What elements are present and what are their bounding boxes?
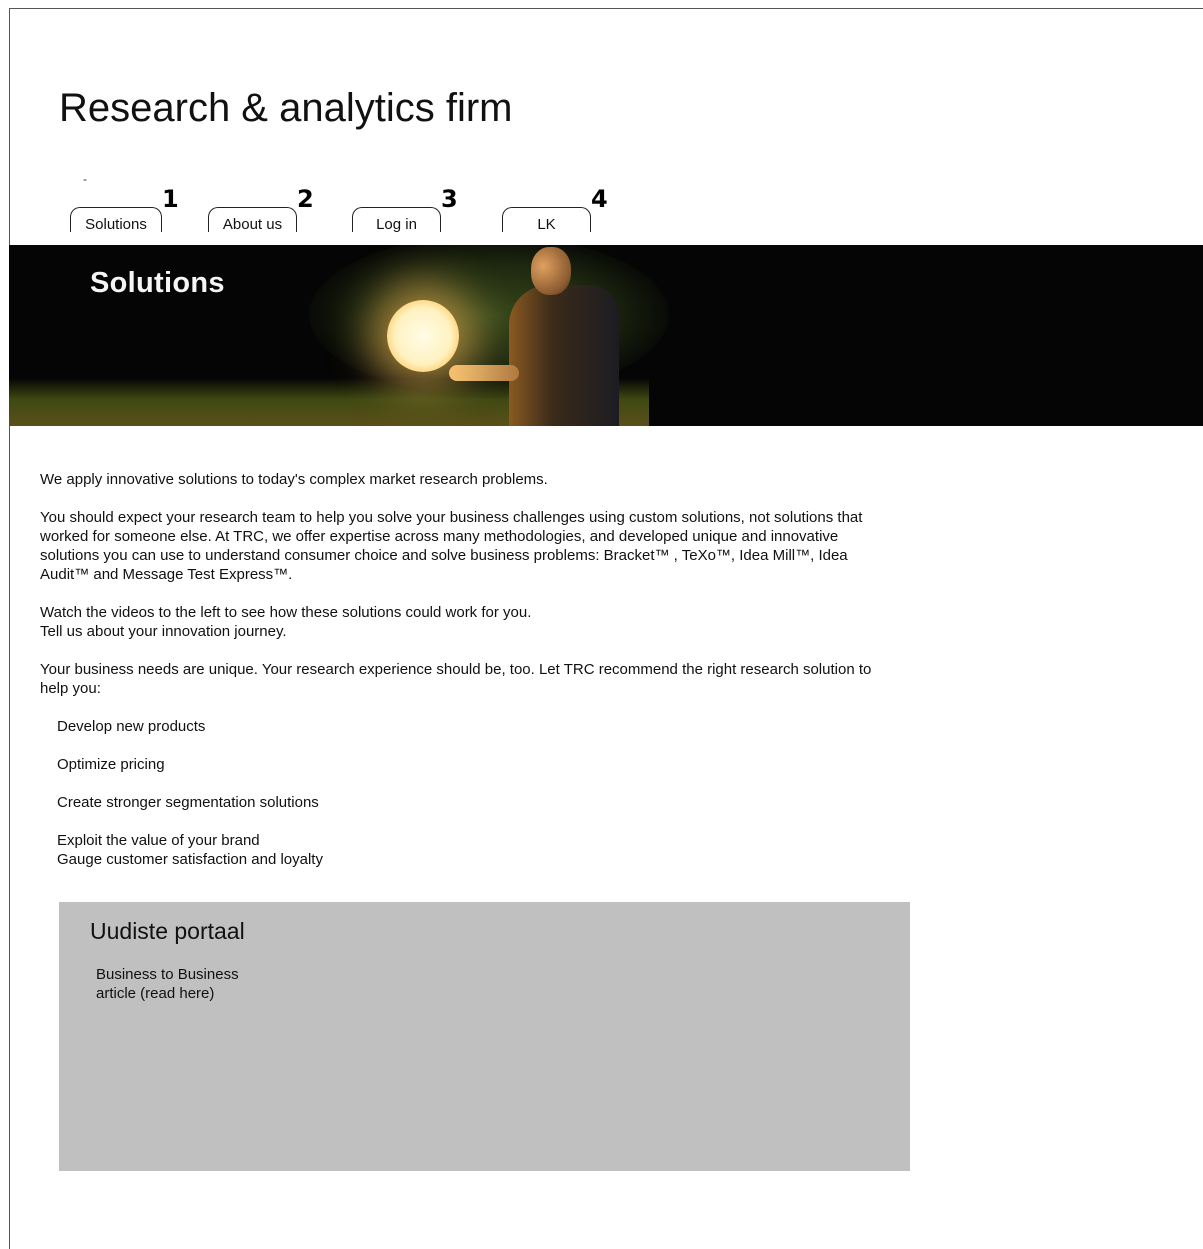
banner-person-arm-image — [449, 365, 519, 381]
list-item: Optimize pricing — [57, 756, 165, 773]
intro-paragraph: We apply innovative solutions to today's… — [40, 471, 548, 488]
journey-line: Tell us about your innovation journey. — [40, 623, 287, 640]
hero-banner: Solutions — [9, 245, 1203, 426]
news-article-line-2[interactable]: article (read here) — [96, 985, 214, 1002]
decorative-dash: - — [83, 172, 87, 186]
nav-number-2: 2 — [297, 185, 314, 213]
nav-tab-about-us[interactable]: About us — [208, 207, 297, 233]
list-item: Develop new products — [57, 718, 206, 735]
videos-paragraph: Watch the videos to the left to see how … — [40, 603, 900, 641]
news-article-line-1[interactable]: Business to Business — [96, 966, 239, 983]
needs-paragraph: Your business needs are unique. Your res… — [40, 661, 872, 697]
banner-glowing-orb-image — [387, 300, 459, 372]
expertise-paragraph: You should expect your research team to … — [40, 509, 863, 583]
nav-tab-log-in[interactable]: Log in — [352, 207, 441, 233]
main-content: We apply innovative solutions to today's… — [40, 470, 900, 888]
videos-line: Watch the videos to the left to see how … — [40, 604, 532, 621]
nav-tab-solutions[interactable]: Solutions — [70, 207, 162, 233]
banner-person-head-image — [531, 247, 571, 295]
list-item: Exploit the value of your brand — [57, 832, 260, 849]
nav-number-3: 3 — [441, 185, 458, 213]
banner-title: Solutions — [90, 267, 225, 299]
site-title: Research & analytics firm — [59, 86, 513, 130]
news-article-link[interactable]: Business to Business article (read here) — [96, 965, 296, 1003]
page: Research & analytics firm - Solutions 1 … — [0, 0, 1203, 1249]
news-portal-box: Uudiste portaal Business to Business art… — [59, 902, 910, 1171]
nav-number-4: 4 — [591, 185, 608, 213]
list-item: Create stronger segmentation solutions — [57, 794, 319, 811]
frame-left-border — [9, 8, 10, 1249]
news-portal-title: Uudiste portaal — [90, 918, 245, 944]
solutions-list: Develop new products Optimize pricing Cr… — [40, 717, 900, 869]
nav-number-1: 1 — [162, 185, 179, 213]
banner-person-image — [509, 285, 619, 426]
frame-top-border — [9, 8, 1203, 9]
nav-tab-lk[interactable]: LK — [502, 207, 591, 233]
list-item: Gauge customer satisfaction and loyalty — [57, 851, 323, 868]
